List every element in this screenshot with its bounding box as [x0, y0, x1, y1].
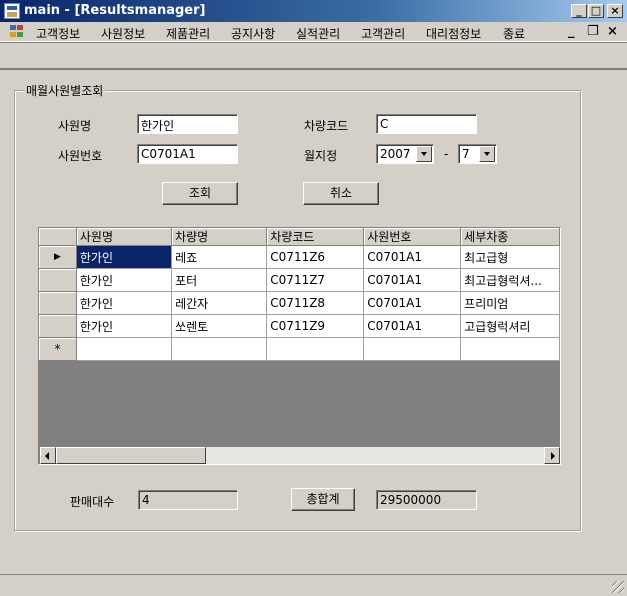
- current-row-indicator-icon[interactable]: ▶: [39, 245, 77, 269]
- column-header-employee-name[interactable]: 사원명: [76, 228, 173, 246]
- arrow-right-icon: [551, 452, 555, 460]
- vehicle-code-field[interactable]: C: [376, 114, 477, 134]
- menu-product-mgmt[interactable]: 제품관리: [166, 25, 210, 42]
- table-cell[interactable]: 한가인: [76, 291, 173, 315]
- table-cell[interactable]: 포터: [171, 268, 268, 292]
- table-row[interactable]: 한가인 쏘렌토 C0711Z9 C0701A1 고급형럭셔리: [39, 314, 560, 338]
- menu-exit[interactable]: 종료: [503, 25, 525, 42]
- mdi-close-button[interactable]: ×: [607, 24, 618, 39]
- menu-performance-mgmt[interactable]: 실적관리: [296, 25, 340, 42]
- column-header-vehicle-name[interactable]: 차량명: [171, 228, 268, 246]
- table-cell[interactable]: C0711Z6: [266, 245, 365, 269]
- month-value: 7: [462, 147, 470, 161]
- row-header[interactable]: [39, 314, 77, 338]
- menu-employee-info[interactable]: 사원정보: [101, 25, 145, 42]
- tool-strip: [0, 42, 627, 69]
- column-header-employee-no[interactable]: 사원번호: [363, 228, 462, 246]
- table-cell[interactable]: C0711Z7: [266, 268, 365, 292]
- maximize-button[interactable]: □: [588, 4, 604, 18]
- table-cell[interactable]: [266, 337, 365, 361]
- groupbox-title: 매월사원별조회: [24, 82, 106, 99]
- table-cell[interactable]: 레죠: [171, 245, 268, 269]
- employee-no-label: 사원번호: [58, 149, 103, 163]
- cancel-button[interactable]: 취소: [303, 182, 379, 205]
- window-title: main - [Resultsmanager]: [24, 3, 206, 18]
- table-cell[interactable]: 쏘렌토: [171, 314, 268, 338]
- table-cell[interactable]: C0701A1: [363, 268, 462, 292]
- mdi-child-icon[interactable]: [10, 25, 24, 39]
- month-label: 월지정: [304, 149, 338, 163]
- grid-header-row: 사원명 차량명 차량코드 사원번호 세부차종: [39, 228, 560, 246]
- table-row[interactable]: ▶ 한가인 레죠 C0711Z6 C0701A1 최고급형: [39, 245, 560, 269]
- table-row[interactable]: 한가인 포터 C0711Z7 C0701A1 최고급형럭셔...: [39, 268, 560, 292]
- employee-no-field[interactable]: C0701A1: [137, 144, 238, 164]
- total-amount-field: 29500000: [376, 490, 477, 510]
- table-cell[interactable]: C0701A1: [363, 245, 462, 269]
- month-dropdown-arrow-icon[interactable]: [479, 146, 495, 162]
- app-icon: [4, 3, 20, 19]
- table-row[interactable]: 한가인 레간자 C0711Z8 C0701A1 프리미엄: [39, 291, 560, 315]
- row-header[interactable]: [39, 268, 77, 292]
- minimize-button[interactable]: _: [571, 4, 587, 18]
- date-dash: -: [444, 147, 449, 161]
- menu-notice[interactable]: 공지사항: [231, 25, 275, 42]
- resize-grip-icon[interactable]: [612, 581, 624, 593]
- table-cell[interactable]: 프리미엄: [460, 291, 560, 315]
- table-cell[interactable]: C0701A1: [363, 314, 462, 338]
- table-cell[interactable]: 최고급형: [460, 245, 560, 269]
- row-header[interactable]: [39, 291, 77, 315]
- vehicle-code-label: 차량코드: [304, 119, 349, 133]
- sales-count-field: 4: [138, 490, 238, 510]
- mdi-minimize-button[interactable]: _: [568, 24, 575, 39]
- employee-name-field[interactable]: 한가인: [137, 114, 238, 134]
- horizontal-scrollbar[interactable]: [40, 447, 560, 464]
- column-header-vehicle-code[interactable]: 차량코드: [266, 228, 365, 246]
- new-row[interactable]: *: [39, 337, 560, 361]
- title-bar: main - [Resultsmanager] _ □ ×: [0, 0, 627, 22]
- table-cell[interactable]: 한가인: [76, 268, 173, 292]
- year-value: 2007: [380, 147, 411, 161]
- new-row-marker-icon[interactable]: *: [39, 337, 77, 361]
- year-select[interactable]: 2007: [376, 144, 434, 164]
- menu-dealer-info[interactable]: 대리점정보: [426, 25, 481, 42]
- scroll-left-button[interactable]: [40, 447, 56, 464]
- status-bar: [0, 574, 627, 596]
- grid-corner-header[interactable]: [39, 228, 77, 246]
- sales-count-label: 판매대수: [70, 495, 115, 509]
- results-grid[interactable]: 사원명 차량명 차량코드 사원번호 세부차종 ▶ 한가인 레죠 C0711Z6 …: [38, 227, 561, 465]
- employee-name-label: 사원명: [58, 119, 92, 133]
- close-button[interactable]: ×: [607, 4, 623, 18]
- menu-bar: 고객정보 사원정보 제품관리 공지사항 실적관리 고객관리 대리점정보 종료 _…: [0, 22, 627, 42]
- menu-customer-mgmt[interactable]: 고객관리: [361, 25, 405, 42]
- table-cell[interactable]: C0711Z9: [266, 314, 365, 338]
- table-cell[interactable]: [363, 337, 462, 361]
- table-cell[interactable]: 한가인: [76, 314, 173, 338]
- table-cell[interactable]: C0701A1: [363, 291, 462, 315]
- search-button[interactable]: 조회: [162, 182, 238, 205]
- column-header-detail-model[interactable]: 세부차종: [460, 228, 560, 246]
- mdi-restore-button[interactable]: ❐: [587, 24, 599, 39]
- table-cell[interactable]: [171, 337, 268, 361]
- scroll-right-button[interactable]: [544, 447, 560, 464]
- table-cell[interactable]: C0711Z8: [266, 291, 365, 315]
- total-button[interactable]: 총합계: [291, 488, 355, 511]
- table-cell[interactable]: 고급형럭셔리: [460, 314, 560, 338]
- table-cell[interactable]: [460, 337, 560, 361]
- table-cell[interactable]: 최고급형럭셔...: [460, 268, 560, 292]
- table-cell[interactable]: [76, 337, 173, 361]
- table-cell[interactable]: 레간자: [171, 291, 268, 315]
- scroll-thumb[interactable]: [56, 447, 206, 464]
- table-cell[interactable]: 한가인: [76, 245, 173, 269]
- year-dropdown-arrow-icon[interactable]: [416, 146, 432, 162]
- arrow-left-icon: [45, 452, 49, 460]
- menu-customer-info[interactable]: 고객정보: [36, 25, 80, 42]
- month-select[interactable]: 7: [458, 144, 497, 164]
